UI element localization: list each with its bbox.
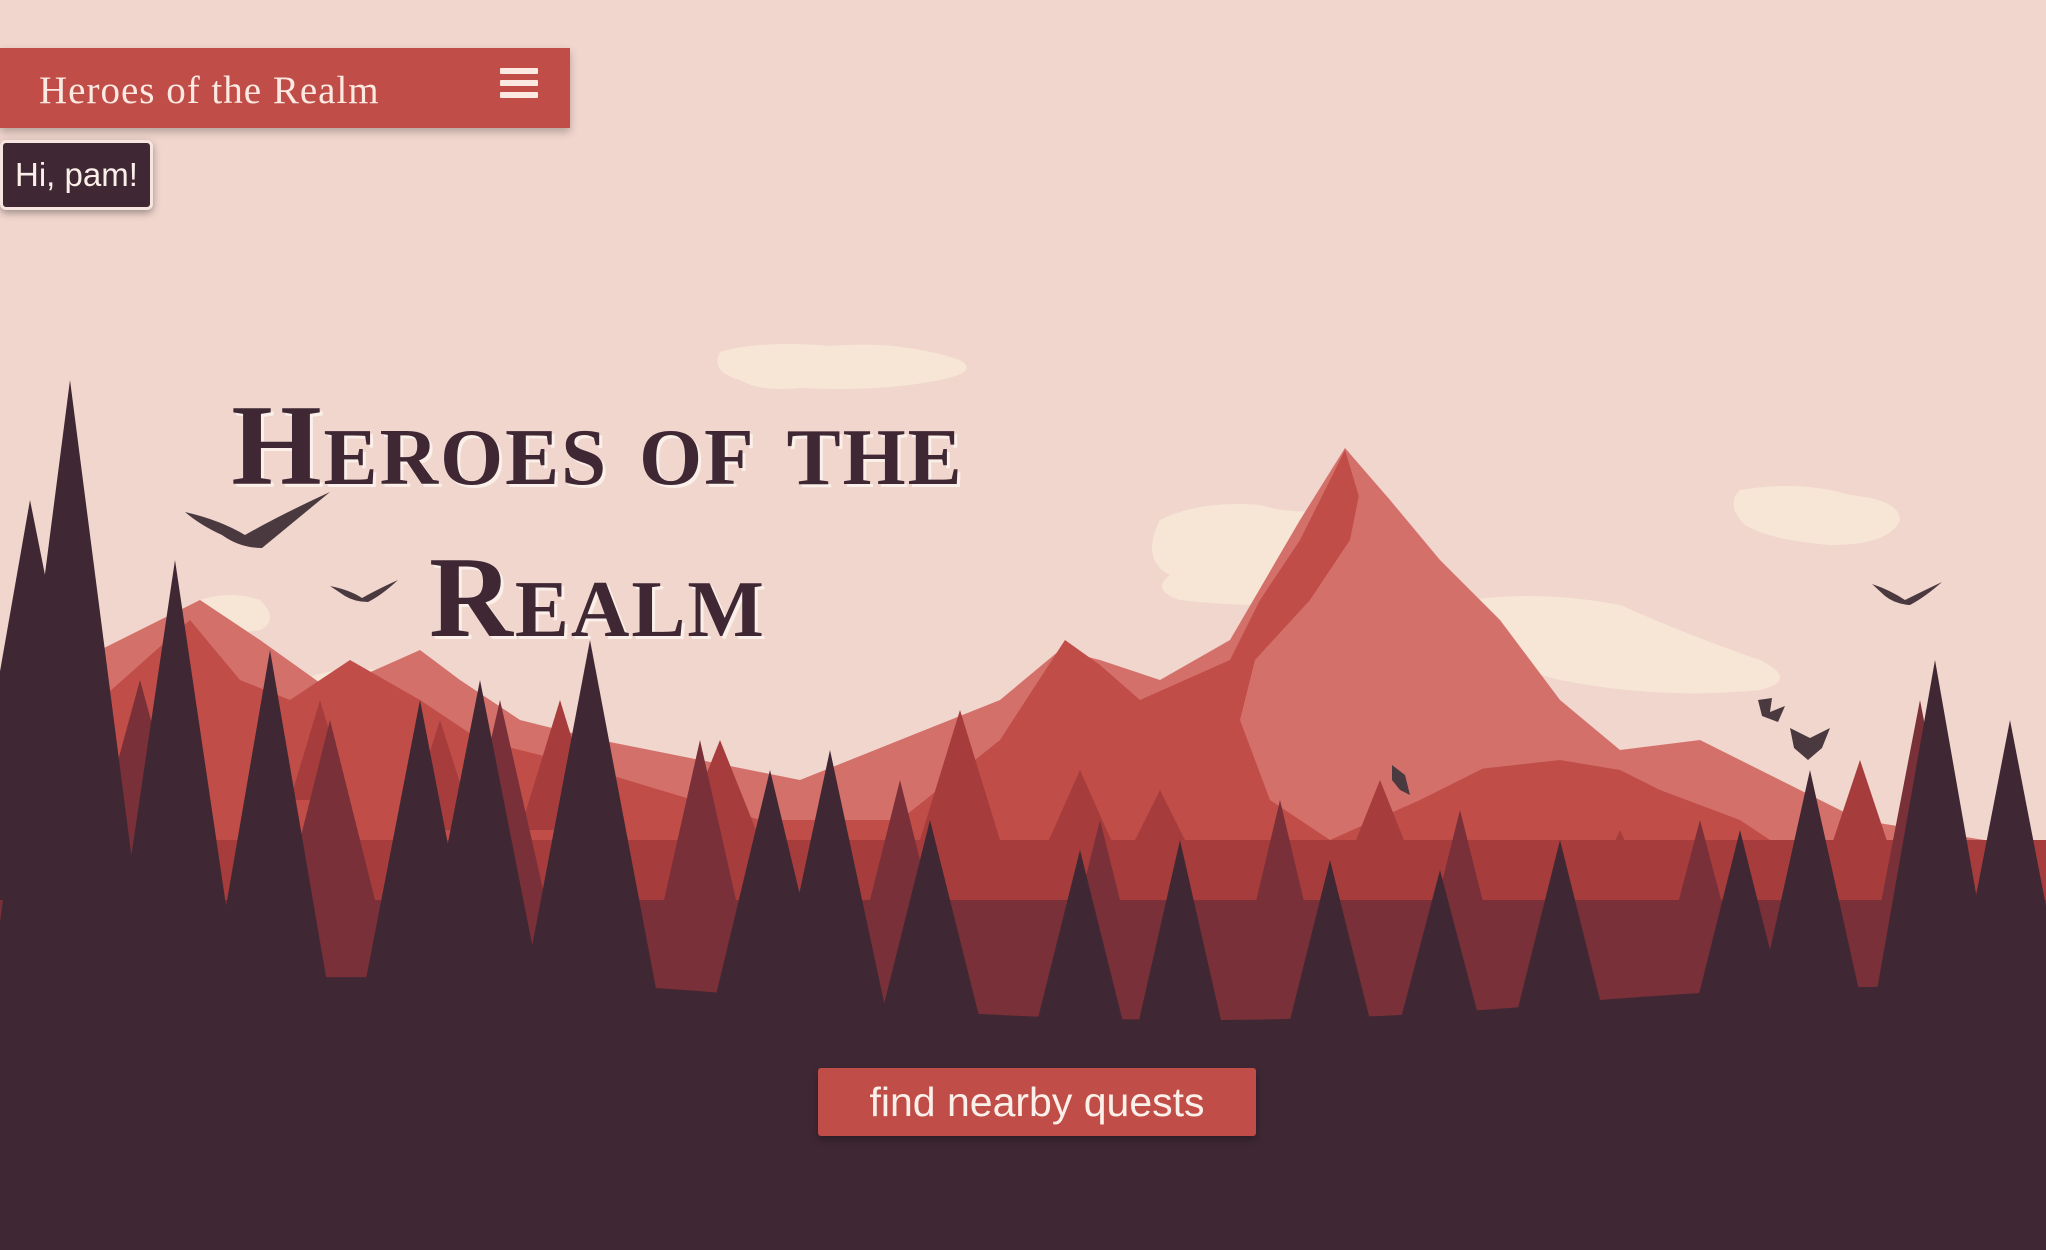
top-navbar: Heroes of the Realm [0,48,570,128]
nav-title[interactable]: Heroes of the Realm [39,68,380,113]
find-nearby-quests-button[interactable]: find nearby quests [818,1068,1256,1136]
user-greeting: Hi, pam! [0,140,153,210]
hero-title: Heroes of the Realm [231,382,964,662]
hamburger-menu-icon[interactable] [500,68,540,108]
